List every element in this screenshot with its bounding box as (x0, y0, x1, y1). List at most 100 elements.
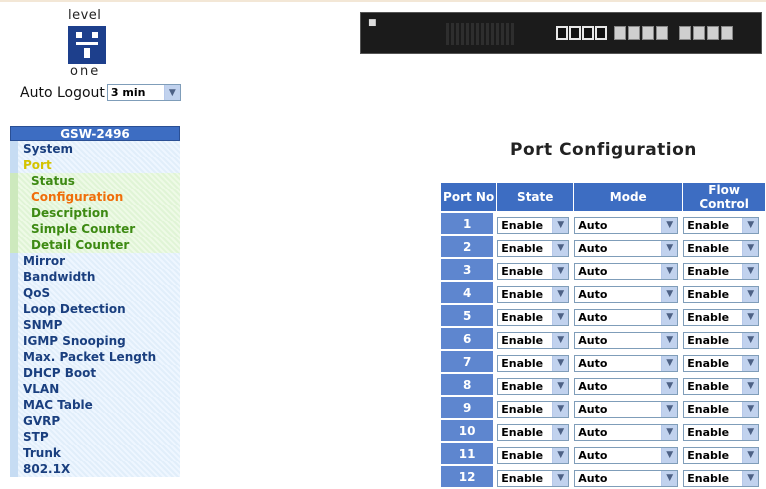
flow-cell: Enable ▼ (683, 397, 766, 418)
mode-select[interactable]: Auto ▼ (574, 469, 679, 487)
flow-control-select[interactable]: Enable ▼ (683, 469, 760, 487)
mode-select-value: Auto (578, 471, 608, 485)
mode-select-value: Auto (578, 379, 608, 393)
state-select[interactable]: Enable ▼ (497, 354, 570, 372)
flow-control-select[interactable]: Enable ▼ (683, 354, 760, 372)
state-select[interactable]: Enable ▼ (497, 285, 570, 303)
sidebar-item-stp[interactable]: STP (10, 429, 180, 445)
port-number: 8 (441, 374, 498, 395)
mode-select[interactable]: Auto ▼ (574, 446, 679, 464)
sidebar-item-configuration[interactable]: Configuration (10, 189, 180, 205)
state-select-value: Enable (501, 241, 544, 255)
state-select[interactable]: Enable ▼ (497, 469, 570, 487)
mode-cell: Auto ▼ (574, 397, 683, 418)
table-row: 11 Enable ▼ Auto ▼ Enable ▼ (441, 443, 766, 464)
switch-port (656, 26, 668, 40)
chevron-down-icon: ▼ (552, 309, 569, 325)
state-select-value: Enable (501, 379, 544, 393)
mode-select[interactable]: Auto ▼ (574, 377, 679, 395)
mode-select-value: Auto (578, 264, 608, 278)
flow-control-select[interactable]: Enable ▼ (683, 423, 760, 441)
sidebar-item-vlan[interactable]: VLAN (10, 381, 180, 397)
sidebar-item-status[interactable]: Status (10, 173, 180, 189)
levelone-logo-icon: level one (62, 8, 114, 80)
sidebar-item-mac-table[interactable]: MAC Table (10, 397, 180, 413)
sidebar-item-trunk[interactable]: Trunk (10, 445, 180, 461)
mode-select[interactable]: Auto ▼ (574, 216, 679, 234)
state-select[interactable]: Enable ▼ (497, 262, 570, 280)
sidebar-item-snmp[interactable]: SNMP (10, 317, 180, 333)
sidebar-item-bandwidth[interactable]: Bandwidth (10, 269, 180, 285)
auto-logout-select[interactable]: 3 min ▼ (106, 84, 181, 101)
top-divider (0, 0, 766, 2)
state-select[interactable]: Enable ▼ (497, 331, 570, 349)
sidebar-item-802-1x[interactable]: 802.1X (10, 461, 180, 477)
state-select-value: Enable (501, 218, 544, 232)
mode-cell: Auto ▼ (574, 259, 683, 280)
sidebar-item-gvrp[interactable]: GVRP (10, 413, 180, 429)
switch-port (614, 26, 626, 40)
chevron-down-icon: ▼ (163, 85, 180, 100)
mode-cell: Auto ▼ (574, 374, 683, 395)
table-row: 6 Enable ▼ Auto ▼ Enable ▼ (441, 328, 766, 349)
state-select[interactable]: Enable ▼ (497, 377, 570, 395)
flow-control-select[interactable]: Enable ▼ (683, 331, 760, 349)
port-config-table: Port No State Mode Flow Control 1 Enable ▼… (441, 181, 766, 489)
sidebar-item-qos[interactable]: QoS (10, 285, 180, 301)
sidebar-item-max-packet-length[interactable]: Max. Packet Length (10, 349, 180, 365)
mode-select[interactable]: Auto ▼ (574, 423, 679, 441)
flow-control-select[interactable]: Enable ▼ (683, 262, 760, 280)
sidebar-item-port[interactable]: Port (10, 157, 180, 173)
mode-select[interactable]: Auto ▼ (574, 239, 679, 257)
mode-select[interactable]: Auto ▼ (574, 354, 679, 372)
mode-select[interactable]: Auto ▼ (574, 262, 679, 280)
flow-control-select[interactable]: Enable ▼ (683, 285, 760, 303)
chevron-down-icon: ▼ (661, 447, 678, 463)
mode-select[interactable]: Auto ▼ (574, 400, 679, 418)
switch-leds (446, 23, 516, 45)
flow-control-select[interactable]: Enable ▼ (683, 446, 760, 464)
sidebar-title: GSW-2496 (10, 126, 180, 141)
chevron-down-icon: ▼ (661, 263, 678, 279)
state-select[interactable]: Enable ▼ (497, 308, 570, 326)
mode-select[interactable]: Auto ▼ (574, 285, 679, 303)
mode-cell: Auto ▼ (574, 213, 683, 234)
state-cell: Enable ▼ (497, 328, 574, 349)
flow-control-select[interactable]: Enable ▼ (683, 377, 760, 395)
flow-control-select-value: Enable (687, 287, 730, 301)
state-select[interactable]: Enable ▼ (497, 216, 570, 234)
flow-control-select-value: Enable (687, 333, 730, 347)
sidebar-item-simple-counter[interactable]: Simple Counter (10, 221, 180, 237)
state-select[interactable]: Enable ▼ (497, 423, 570, 441)
mode-select-value: Auto (578, 310, 608, 324)
port-number: 10 (441, 420, 498, 441)
state-select[interactable]: Enable ▼ (497, 446, 570, 464)
sidebar-item-detail-counter[interactable]: Detail Counter (10, 237, 180, 253)
flow-control-select-value: Enable (687, 310, 730, 324)
mode-select-value: Auto (578, 287, 608, 301)
sidebar-item-mirror[interactable]: Mirror (10, 253, 180, 269)
switch-port (582, 26, 594, 40)
sidebar-item-system[interactable]: System (10, 141, 180, 157)
state-select[interactable]: Enable ▼ (497, 239, 570, 257)
table-row: 5 Enable ▼ Auto ▼ Enable ▼ (441, 305, 766, 326)
state-select-value: Enable (501, 471, 544, 485)
page-title: Port Configuration (510, 140, 697, 160)
chevron-down-icon: ▼ (742, 355, 759, 371)
flow-control-select[interactable]: Enable ▼ (683, 400, 760, 418)
mode-cell: Auto ▼ (574, 443, 683, 464)
state-select[interactable]: Enable ▼ (497, 400, 570, 418)
mode-select[interactable]: Auto ▼ (574, 331, 679, 349)
sidebar-item-description[interactable]: Description (10, 205, 180, 221)
switch-port (628, 26, 640, 40)
flow-control-select[interactable]: Enable ▼ (683, 308, 760, 326)
flow-control-select[interactable]: Enable ▼ (683, 239, 760, 257)
sidebar-item-igmp-snooping[interactable]: IGMP Snooping (10, 333, 180, 349)
logo-bottom-text: one (70, 64, 101, 79)
flow-control-select[interactable]: Enable ▼ (683, 216, 760, 234)
flow-control-select-value: Enable (687, 218, 730, 232)
sidebar-item-dhcp-boot[interactable]: DHCP Boot (10, 365, 180, 381)
mode-select[interactable]: Auto ▼ (574, 308, 679, 326)
sidebar-item-loop-detection[interactable]: Loop Detection (10, 301, 180, 317)
column-header-mode: Mode (574, 183, 684, 211)
